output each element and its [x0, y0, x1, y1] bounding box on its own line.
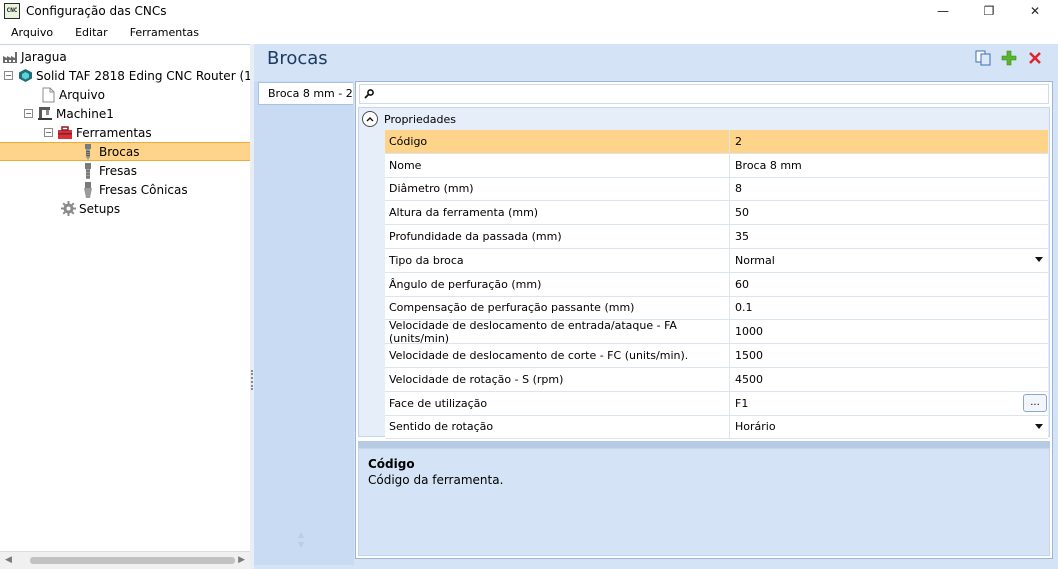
tree-item-brocas[interactable]: Brocas — [0, 142, 250, 161]
collapse-icon[interactable]: − — [24, 109, 33, 118]
tab-broca-8mm[interactable]: Broca 8 mm - 2 — [258, 82, 353, 105]
menu-arquivo[interactable]: Arquivo — [0, 26, 64, 39]
document-icon — [40, 87, 56, 103]
tree-item-router[interactable]: − Solid TAF 2818 Eding CNC Router (1... — [4, 66, 263, 85]
tree-item-arquivo[interactable]: Arquivo — [40, 85, 105, 104]
title-bar: CNC Configuração das CNCs — ❐ ✕ — [0, 0, 1058, 22]
window-title: Configuração das CNCs — [26, 4, 167, 18]
key-icon — [364, 89, 374, 99]
splitter-grip[interactable] — [251, 370, 253, 390]
chevron-up-icon[interactable] — [362, 111, 378, 127]
window-controls: — ❐ ✕ — [920, 0, 1058, 22]
property-row-vel-rotacao[interactable]: Velocidade de rotação - S (rpm) 4500 — [385, 367, 1048, 392]
collapse-icon[interactable]: − — [44, 128, 53, 137]
property-value-face: F1 — [735, 396, 749, 410]
category-label: Propriedades — [384, 112, 456, 126]
copy-icon — [975, 50, 991, 66]
collapse-icon[interactable]: − — [4, 71, 13, 80]
copy-button[interactable] — [974, 49, 992, 67]
scroll-left-icon[interactable]: ◀ — [5, 555, 12, 565]
tab-scroll-arrows[interactable]: ▲ ▼ — [298, 530, 304, 550]
property-row-vel-corte[interactable]: Velocidade de deslocamento de corte - FC… — [385, 344, 1048, 368]
mill-bit-icon — [80, 162, 96, 179]
scroll-right-icon[interactable]: ▶ — [238, 555, 245, 565]
delete-icon — [1029, 52, 1041, 64]
description-splitter[interactable] — [358, 441, 1050, 448]
property-row-codigo[interactable]: Código 2 — [385, 130, 1048, 154]
router-icon — [17, 68, 33, 84]
property-table: Código 2 Nome Broca 8 mm Diâmetro (mm) 8… — [385, 130, 1048, 440]
menu-editar[interactable]: Editar — [64, 26, 119, 39]
tree-item-fresas-conicas[interactable]: Fresas Cônicas — [80, 180, 188, 199]
property-row-angulo[interactable]: Ângulo de perfuração (mm) 60 — [385, 272, 1048, 297]
properties-list: Propriedades Código 2 Nome Broca 8 mm Di… — [358, 107, 1050, 440]
machine-icon — [37, 106, 53, 122]
plus-icon — [1001, 50, 1017, 66]
tree-panel: Jaragua − Solid TAF 2818 Eding CNC Route… — [0, 44, 263, 569]
property-row-compensacao[interactable]: Compensação de perfuração passante (mm) … — [385, 296, 1048, 321]
property-value-sentido: Horário — [735, 420, 776, 434]
menu-bar: Arquivo Editar Ferramentas — [0, 22, 1058, 42]
conical-bit-icon — [80, 181, 96, 198]
app-icon: CNC — [4, 3, 20, 19]
description-text: Código da ferramenta. — [368, 473, 504, 487]
minimize-button[interactable]: — — [920, 0, 966, 22]
description-title: Código — [368, 457, 415, 471]
property-search[interactable] — [359, 84, 1049, 104]
property-row-profundidade[interactable]: Profundidade da passada (mm) 35 — [385, 225, 1048, 249]
tree-item-fresas[interactable]: Fresas — [80, 161, 137, 180]
add-button[interactable] — [1000, 49, 1018, 67]
gear-icon — [60, 201, 76, 217]
property-value-tipo-broca: Normal — [735, 253, 775, 267]
tree-item-jaragua[interactable]: Jaragua — [2, 47, 67, 66]
scrollbar-thumb[interactable] — [30, 557, 235, 564]
dropdown-arrow-icon[interactable] — [1035, 256, 1043, 262]
property-grid: Propriedades Código 2 Nome Broca 8 mm Di… — [355, 81, 1053, 559]
content-area: Brocas Broca 8 mm - 2 ▲ ▼ Propriedades C… — [254, 44, 1058, 569]
tab-strip: Broca 8 mm - 2 ▲ ▼ — [254, 81, 354, 565]
tree-item-setups[interactable]: Setups — [60, 199, 120, 218]
section-title: Brocas — [267, 48, 328, 69]
description-panel: Código Código da ferramenta. — [358, 448, 1050, 556]
property-row-diametro[interactable]: Diâmetro (mm) 8 — [385, 177, 1048, 202]
category-propriedades[interactable]: Propriedades — [359, 110, 456, 128]
tree-item-machine[interactable]: − Machine1 — [24, 104, 114, 123]
property-row-nome[interactable]: Nome Broca 8 mm — [385, 153, 1048, 178]
toolbox-icon — [57, 125, 73, 141]
property-row-altura[interactable]: Altura da ferramenta (mm) 50 — [385, 201, 1048, 226]
property-row-sentido[interactable]: Sentido de rotação Horário — [385, 415, 1048, 440]
ellipsis-button[interactable]: ... — [1023, 393, 1047, 412]
tree-item-ferramentas[interactable]: − Ferramentas — [44, 123, 152, 142]
factory-icon — [2, 49, 18, 65]
menu-ferramentas[interactable]: Ferramentas — [119, 26, 210, 39]
property-row-tipo-broca[interactable]: Tipo da broca Normal — [385, 248, 1048, 273]
delete-button[interactable] — [1026, 49, 1044, 67]
restore-button[interactable]: ❐ — [966, 0, 1012, 22]
tree-horizontal-scrollbar[interactable]: ◀ ▶ — [0, 551, 250, 569]
property-row-vel-entrada[interactable]: Velocidade de deslocamento de entrada/at… — [385, 319, 1048, 345]
toolbar — [974, 49, 1044, 67]
dropdown-arrow-icon[interactable] — [1035, 423, 1043, 429]
property-row-face[interactable]: Face de utilização F1 ... — [385, 391, 1048, 416]
drill-bit-icon — [80, 143, 96, 160]
close-button[interactable]: ✕ — [1012, 0, 1058, 22]
